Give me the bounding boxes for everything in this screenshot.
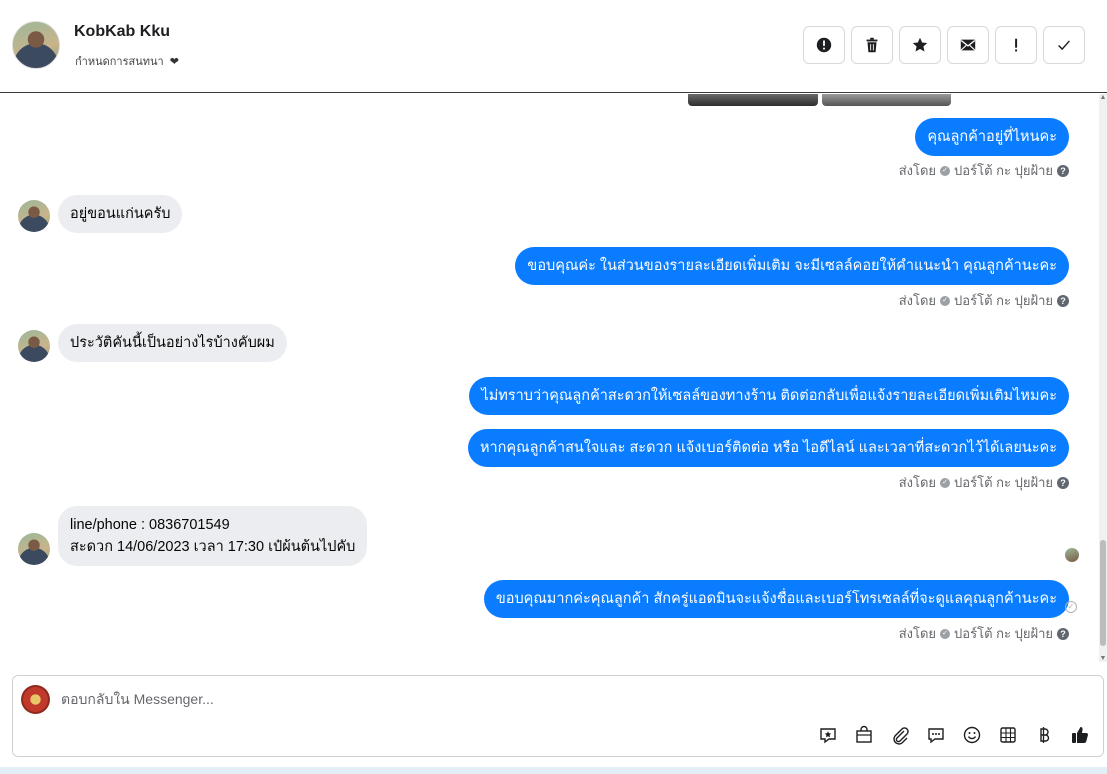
like-button[interactable] (1069, 724, 1091, 746)
mark-unread-button[interactable] (947, 26, 989, 64)
thread-scrollbar[interactable]: ▲ ▼ (1099, 94, 1107, 662)
agent-name: ปอร์โต้ กะ ปุยฝ้าย (954, 163, 1053, 178)
contact-avatar[interactable] (12, 21, 60, 69)
outgoing-message[interactable]: หากคุณลูกค้าสนใจและ สะดวก แจ้งเบอร์ติดต่… (467, 429, 1069, 467)
contact-name[interactable]: KobKab Kku (74, 23, 170, 41)
sent-by-label: ส่งโดย (898, 293, 937, 308)
saved-reply-icon (928, 728, 944, 744)
incoming-message[interactable]: ประวัติคันนี้เป็นอย่างไรบ้างคับผม (58, 324, 287, 362)
trash-icon (866, 37, 878, 53)
assign-label: กำหนดการสนทนา (75, 56, 164, 68)
outgoing-message[interactable]: ขอบคุณมากค่ะคุณลูกค้า สักครู่แอดมินจะแจ้… (483, 580, 1069, 618)
help-icon[interactable]: ? (1057, 476, 1069, 489)
heart-dropdown-icon: ❤ (169, 55, 179, 68)
check-circle-icon: ✓ (940, 165, 951, 176)
shop-button[interactable] (853, 724, 875, 746)
bottom-strip (0, 767, 1107, 774)
check-icon (1058, 40, 1070, 51)
message-sender-meta: ส่งโดย ✓ ปอร์โต้ กะ ปุยฝ้าย ? (899, 472, 1069, 493)
reply-input[interactable] (61, 688, 761, 710)
scroll-down-arrow-icon[interactable]: ▼ (1099, 655, 1107, 662)
exclamation-icon (1015, 38, 1018, 52)
message-sender-meta: ส่งโดย ✓ ปอร์โต้ กะ ปุยฝ้าย ? (899, 290, 1069, 311)
attach-button[interactable] (889, 724, 911, 746)
outgoing-message[interactable]: ไม่ทราบว่าคุณลูกค้าสะดวกให้เซลล์ของทางร้… (469, 377, 1069, 415)
scroll-up-arrow-icon[interactable]: ▲ (1099, 94, 1107, 101)
image-attachment[interactable] (822, 94, 951, 106)
check-circle-icon: ✓ (940, 477, 951, 488)
table-icon (1000, 727, 1016, 743)
emoji-icon (963, 726, 981, 744)
payment-button[interactable] (1033, 724, 1055, 746)
outgoing-message[interactable]: ขอบคุณค่ะ ในส่วนของรายละเอียดเพิ่มเติม จ… (515, 247, 1069, 285)
shopping-bag-icon (856, 725, 872, 743)
agent-name: ปอร์โต้ กะ ปุยฝ้าย (954, 475, 1053, 490)
star-icon (912, 37, 928, 52)
conversation-header: KobKab Kku กำหนดการสนทนา ❤ (0, 0, 1107, 93)
scrollbar-thumb[interactable] (1100, 540, 1106, 646)
table-button[interactable] (997, 724, 1019, 746)
paperclip-icon (893, 727, 909, 745)
contact-avatar[interactable] (18, 533, 50, 565)
emoji-button[interactable] (961, 724, 983, 746)
check-circle-icon: ✓ (940, 295, 951, 306)
reply-composer (12, 675, 1104, 757)
outgoing-message[interactable]: คุณลูกค้าอยู่ที่ไหนคะ (915, 118, 1069, 156)
agent-name: ปอร์โต้ กะ ปุยฝ้าย (954, 293, 1053, 308)
like-icon (1072, 727, 1088, 743)
sent-by-label: ส่งโดย (898, 475, 937, 490)
help-icon[interactable]: ? (1057, 164, 1069, 177)
help-icon[interactable]: ? (1057, 627, 1069, 640)
assign-conversation-dropdown[interactable]: กำหนดการสนทนา ❤ (75, 52, 179, 70)
follow-up-button[interactable] (995, 26, 1037, 64)
envelope-icon (960, 39, 976, 51)
sent-status-icon: ✓ (1065, 601, 1077, 613)
image-attachment[interactable] (688, 94, 818, 106)
message-line: สะดวก 14/06/2023 เวลา 17:30 เป๋ผ้นต้นไปค… (70, 539, 356, 555)
conversation-toolbar (803, 26, 1085, 64)
sent-by-label: ส่งโดย (898, 626, 937, 641)
seen-avatar (1065, 548, 1079, 562)
spam-report-button[interactable] (803, 26, 845, 64)
delete-button[interactable] (851, 26, 893, 64)
check-circle-icon: ✓ (940, 628, 951, 639)
contact-avatar[interactable] (18, 330, 50, 362)
mark-done-button[interactable] (1043, 26, 1085, 64)
help-icon[interactable]: ? (1057, 294, 1069, 307)
agent-name: ปอร์โต้ กะ ปุยฝ้าย (954, 626, 1053, 641)
alert-circle-icon (816, 37, 832, 53)
composer-tools (817, 724, 1091, 746)
message-sender-meta: ส่งโดย ✓ ปอร์โต้ กะ ปุยฝ้าย ? (899, 623, 1069, 644)
message-sender-meta: ส่งโดย ✓ ปอร์โต้ กะ ปุยฝ้าย ? (899, 160, 1069, 181)
sticker-icon (820, 728, 836, 744)
star-button[interactable] (899, 26, 941, 64)
sticker-button[interactable] (817, 724, 839, 746)
baht-icon (1040, 727, 1050, 743)
incoming-message[interactable]: line/phone : 0836701549 สะดวก 14/06/2023… (58, 506, 368, 566)
page-avatar (21, 685, 50, 714)
sent-by-label: ส่งโดย (898, 163, 937, 178)
message-thread[interactable]: คุณลูกค้าอยู่ที่ไหนคะ ส่งโดย ✓ ปอร์โต้ ก… (0, 94, 1099, 662)
incoming-message[interactable]: อยู่ขอนแก่นครับ (58, 195, 183, 233)
contact-avatar[interactable] (18, 200, 50, 232)
message-line: line/phone : 0836701549 (70, 517, 230, 533)
saved-reply-button[interactable] (925, 724, 947, 746)
